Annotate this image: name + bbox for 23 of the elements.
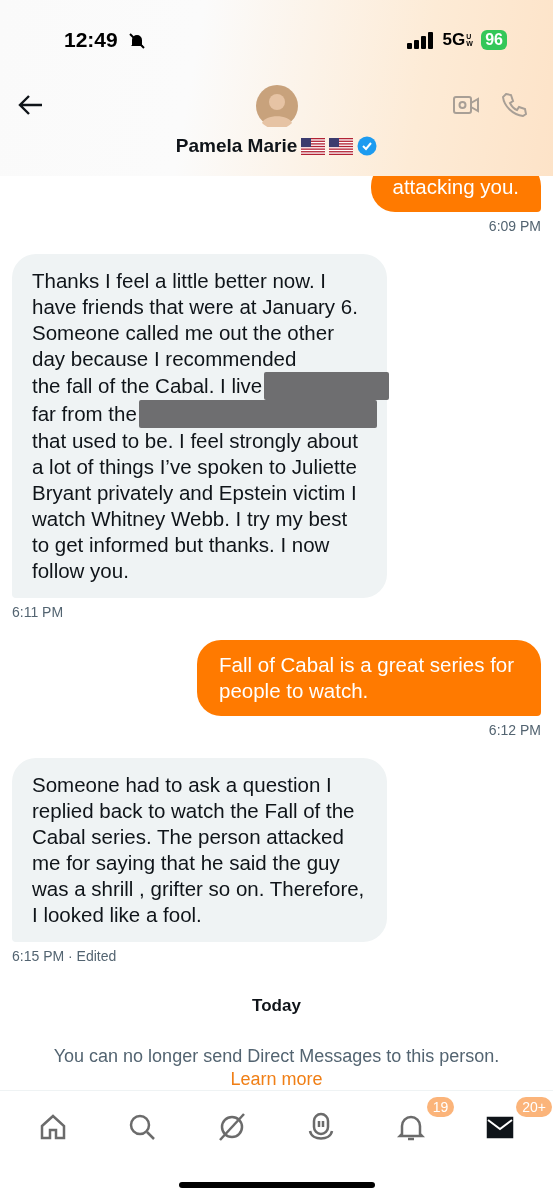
message-time: 6:12 PM <box>488 722 541 738</box>
signal-icon <box>406 31 435 49</box>
count-badge: 20+ <box>516 1097 552 1117</box>
message-time: 6:09 PM <box>488 218 541 234</box>
notice-text: You can no longer send Direct Messages to this person. <box>53 1046 500 1067</box>
message-time: 6:11 PM <box>12 604 64 620</box>
learn-more-link[interactable]: Learn more <box>230 1069 323 1090</box>
message-time: 6:15 PM · Edited <box>12 948 117 964</box>
flag-icon <box>301 137 326 155</box>
message-text: far from the <box>32 401 137 427</box>
flag-icon <box>329 137 354 155</box>
contact-name: Pamela Marie <box>175 135 298 157</box>
battery-level: 96 <box>481 30 507 50</box>
message-text: Fall of Cabal is a great series for people to watch. <box>219 652 516 704</box>
message-text: the fall of the Cabal. I live <box>32 373 263 399</box>
message-text: that used to be. I feel strongly about a lot of things I’ve spoken to Juliette Bryant privately and Epstein victim I watch Whitney Webb. I try my best to get informed but thanks. I now follow you. <box>32 428 359 584</box>
message-text: attacking you. <box>392 174 519 200</box>
message-text: Someone had to ask a question I replied back to watch the Fall of the Cabal series. The person attacked me for saying that he said the guy was a shrill , grifter so on. Therefore, I looked like a fool. <box>32 772 366 928</box>
day-separator: Today <box>251 996 302 1016</box>
count-badge: 19 <box>426 1097 455 1117</box>
bell-off-icon <box>128 32 146 50</box>
status-time: 12:49 <box>64 28 118 52</box>
verified-badge-icon <box>357 136 378 156</box>
